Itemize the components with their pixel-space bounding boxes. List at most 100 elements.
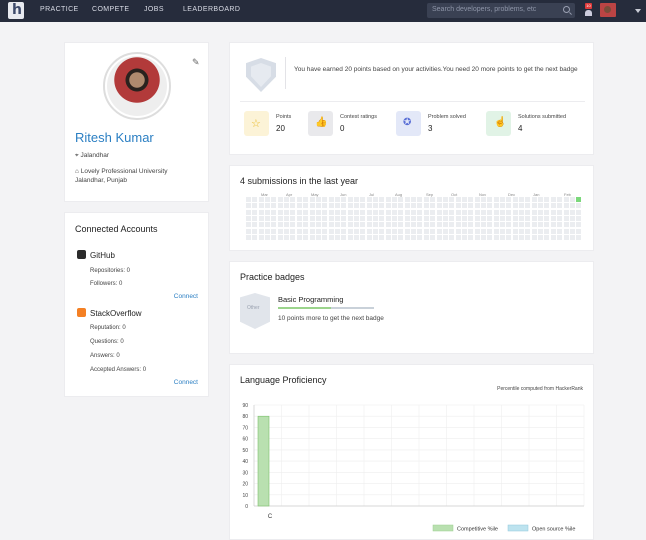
heatmap-cell[interactable]	[468, 215, 474, 221]
heatmap-cell[interactable]	[366, 215, 372, 221]
heatmap-cell[interactable]	[277, 209, 283, 215]
heatmap-cell[interactable]	[246, 209, 251, 215]
heatmap-cell[interactable]	[576, 234, 582, 240]
heatmap-cell[interactable]	[417, 215, 423, 221]
heatmap-cell[interactable]	[525, 234, 531, 240]
heatmap-cell[interactable]	[538, 203, 544, 209]
heatmap-cell[interactable]	[519, 197, 525, 202]
heatmap-cell[interactable]	[309, 209, 315, 215]
heatmap-cell[interactable]	[449, 197, 455, 202]
heatmap-cell[interactable]	[557, 203, 563, 209]
heatmap-cell[interactable]	[455, 215, 461, 221]
heatmap-cell[interactable]	[455, 222, 461, 228]
heatmap-cell[interactable]	[379, 228, 385, 234]
heatmap-cell[interactable]	[538, 209, 544, 215]
heatmap-cell[interactable]	[303, 203, 309, 209]
heatmap-cell[interactable]	[296, 222, 302, 228]
heatmap-cell[interactable]	[334, 209, 340, 215]
heatmap-cell[interactable]	[328, 197, 334, 202]
heatmap-cell[interactable]	[506, 203, 512, 209]
heatmap-cell[interactable]	[246, 203, 251, 209]
heatmap-cell[interactable]	[277, 222, 283, 228]
heatmap-cell[interactable]	[347, 203, 353, 209]
hackerearth-logo[interactable]: h	[8, 2, 24, 19]
heatmap-cell[interactable]	[487, 228, 493, 234]
heatmap-cell[interactable]	[544, 215, 550, 221]
heatmap-cell[interactable]	[360, 222, 366, 228]
heatmap-cell[interactable]	[258, 197, 264, 202]
heatmap-cell[interactable]	[277, 197, 283, 202]
heatmap-cell[interactable]	[265, 203, 271, 209]
heatmap-cell[interactable]	[271, 215, 277, 221]
heatmap-cell[interactable]	[353, 215, 359, 221]
heatmap-cell[interactable]	[519, 228, 525, 234]
heatmap-cell[interactable]	[417, 197, 423, 202]
heatmap-cell[interactable]	[487, 215, 493, 221]
heatmap-cell[interactable]	[360, 197, 366, 202]
heatmap-cell[interactable]	[265, 209, 271, 215]
heatmap-cell[interactable]	[430, 215, 436, 221]
heatmap-cell[interactable]	[341, 209, 347, 215]
heatmap-cell[interactable]	[544, 209, 550, 215]
heatmap-cell[interactable]	[557, 197, 563, 202]
heatmap-cell[interactable]	[557, 209, 563, 215]
heatmap-cell[interactable]	[576, 228, 582, 234]
heatmap-cell[interactable]	[322, 234, 328, 240]
heatmap-cell[interactable]	[290, 234, 296, 240]
heatmap-cell[interactable]	[290, 197, 296, 202]
heatmap-cell[interactable]	[315, 222, 321, 228]
heatmap-cell[interactable]	[449, 234, 455, 240]
heatmap-cell[interactable]	[353, 228, 359, 234]
heatmap-cell[interactable]	[398, 209, 404, 215]
heatmap-cell[interactable]	[423, 197, 429, 202]
heatmap-cell[interactable]	[353, 209, 359, 215]
heatmap-cell[interactable]	[493, 228, 499, 234]
heatmap-cell[interactable]	[461, 209, 467, 215]
heatmap-cell[interactable]	[538, 215, 544, 221]
heatmap-cell[interactable]	[379, 215, 385, 221]
heatmap-cell[interactable]	[315, 215, 321, 221]
heatmap-cell[interactable]	[252, 222, 258, 228]
heatmap-cell[interactable]	[544, 197, 550, 202]
heatmap-cell[interactable]	[271, 234, 277, 240]
heatmap-cell[interactable]	[417, 234, 423, 240]
heatmap-cell[interactable]	[284, 234, 290, 240]
heatmap-cell[interactable]	[461, 222, 467, 228]
heatmap-cell[interactable]	[360, 234, 366, 240]
heatmap-cell[interactable]	[423, 234, 429, 240]
heatmap-cell[interactable]	[512, 203, 518, 209]
heatmap-cell[interactable]	[493, 234, 499, 240]
heatmap-cell[interactable]	[531, 209, 537, 215]
heatmap-cell[interactable]	[576, 209, 582, 215]
heatmap-cell[interactable]	[341, 215, 347, 221]
heatmap-cell[interactable]	[468, 228, 474, 234]
heatmap-cell[interactable]	[569, 197, 575, 202]
heatmap-cell[interactable]	[480, 209, 486, 215]
heatmap-cell[interactable]	[474, 215, 480, 221]
heatmap-cell[interactable]	[474, 222, 480, 228]
heatmap-cell[interactable]	[277, 215, 283, 221]
heatmap-cell[interactable]	[436, 203, 442, 209]
profile-name[interactable]: Ritesh Kumar	[75, 130, 154, 145]
heatmap-cell[interactable]	[309, 228, 315, 234]
heatmap-cell[interactable]	[404, 222, 410, 228]
heatmap-cell[interactable]	[563, 197, 569, 202]
heatmap-cell[interactable]	[474, 203, 480, 209]
heatmap-cell[interactable]	[379, 203, 385, 209]
heatmap-cell[interactable]	[411, 234, 417, 240]
heatmap-cell[interactable]	[303, 234, 309, 240]
heatmap-cell[interactable]	[480, 228, 486, 234]
heatmap-cell[interactable]	[296, 228, 302, 234]
heatmap-cell[interactable]	[398, 228, 404, 234]
heatmap-cell[interactable]	[303, 215, 309, 221]
heatmap-cell[interactable]	[246, 234, 251, 240]
heatmap-cell[interactable]	[512, 197, 518, 202]
heatmap-cell[interactable]	[468, 203, 474, 209]
heatmap-cell[interactable]	[373, 209, 378, 215]
edit-icon[interactable]: ✎	[192, 57, 200, 68]
heatmap-cell[interactable]	[576, 197, 582, 202]
heatmap-cell[interactable]	[430, 234, 436, 240]
heatmap-cell[interactable]	[290, 228, 296, 234]
heatmap-cell[interactable]	[550, 228, 556, 234]
heatmap-cell[interactable]	[296, 215, 302, 221]
